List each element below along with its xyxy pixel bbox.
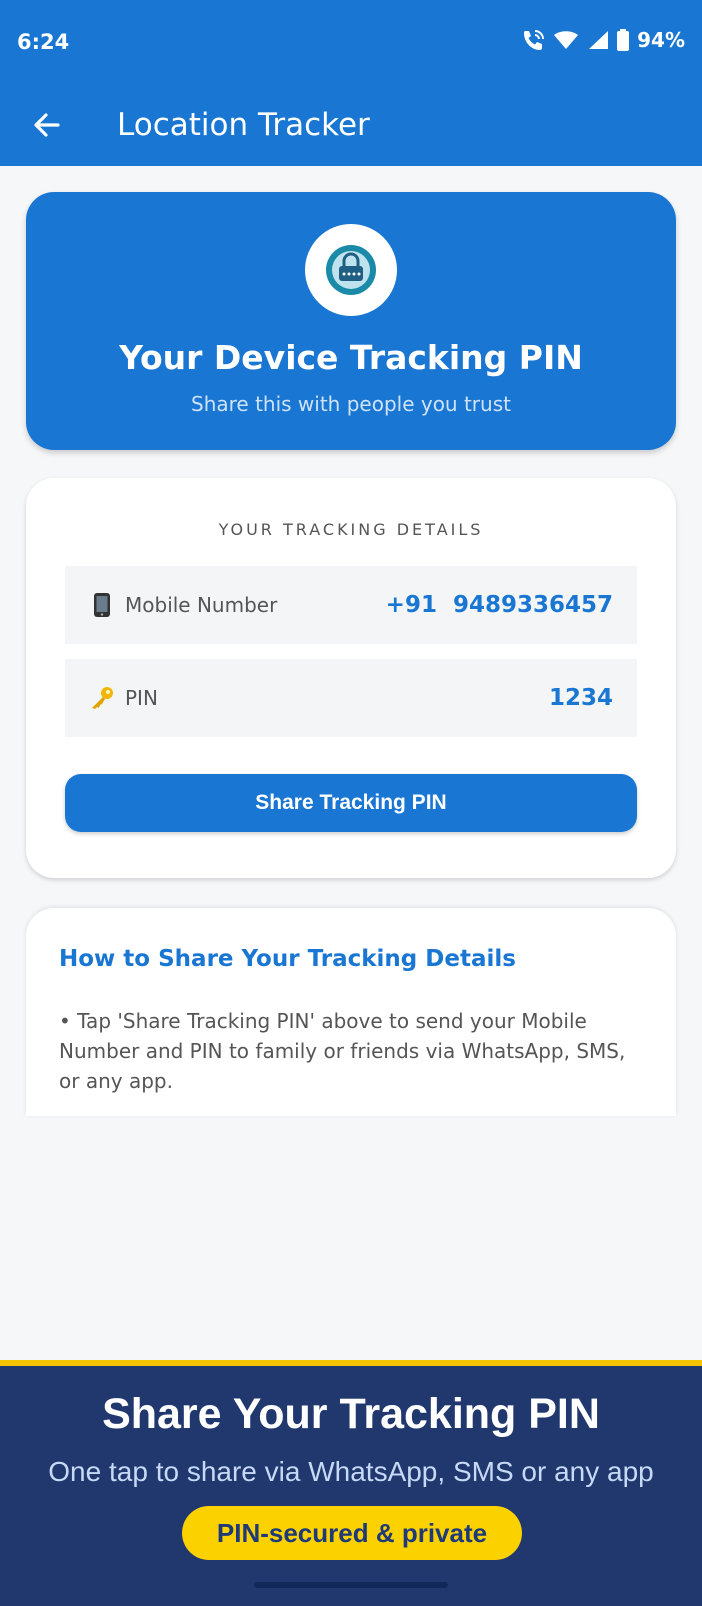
details-heading: YOUR TRACKING DETAILS [218,520,484,539]
how-to-title: How to Share Your Tracking Details [59,946,516,972]
app-bar: Location Tracker [0,86,702,166]
signal-icon [589,31,609,49]
promo-banner[interactable]: Share Your Tracking PIN One tap to share… [0,1360,702,1606]
share-tracking-pin-button[interactable]: Share Tracking PIN [65,774,637,832]
banner-badge: PIN-secured & private [182,1506,522,1560]
banner-title: Share Your Tracking PIN [102,1390,600,1438]
wifi-icon [554,31,579,49]
hero-icon-circle [305,224,397,316]
hero-subtitle: Share this with people you trust [191,392,511,416]
pin-value: 1234 [548,685,613,711]
battery-icon [617,29,630,51]
tracking-pin-hero: Your Device Tracking PIN Share this with… [26,192,676,450]
tracking-details-card: YOUR TRACKING DETAILS Mobile Number +91 … [26,478,676,878]
mobile-number-value: +91 9489336457 [385,592,613,618]
key-icon [89,686,115,710]
arrow-back-icon [34,113,60,137]
pin-row: PIN 1234 [65,659,637,737]
how-to-text: • Tap 'Share Tracking PIN' above to send… [59,1009,626,1093]
battery-percent: 94% [637,28,685,52]
mobile-number-label: Mobile Number [125,593,278,617]
lock-device-icon [326,245,376,295]
pin-label: PIN [125,686,158,710]
status-icons: 94% [521,28,685,52]
page-title: Location Tracker [117,107,370,143]
banner-subtitle: One tap to share via WhatsApp, SMS or an… [48,1456,654,1487]
hero-title: Your Device Tracking PIN [119,338,583,377]
wifi-calling-icon [524,30,545,50]
navigation-handle[interactable] [254,1582,448,1588]
how-to-share-card: How to Share Your Tracking Details • Tap… [26,908,676,1116]
mobile-number-row: Mobile Number +91 9489336457 [65,566,637,644]
back-button[interactable] [26,104,68,146]
status-time: 6:24 [17,30,70,54]
mobile-phone-icon [89,592,115,618]
status-bar: 6:24 94% [0,0,702,86]
